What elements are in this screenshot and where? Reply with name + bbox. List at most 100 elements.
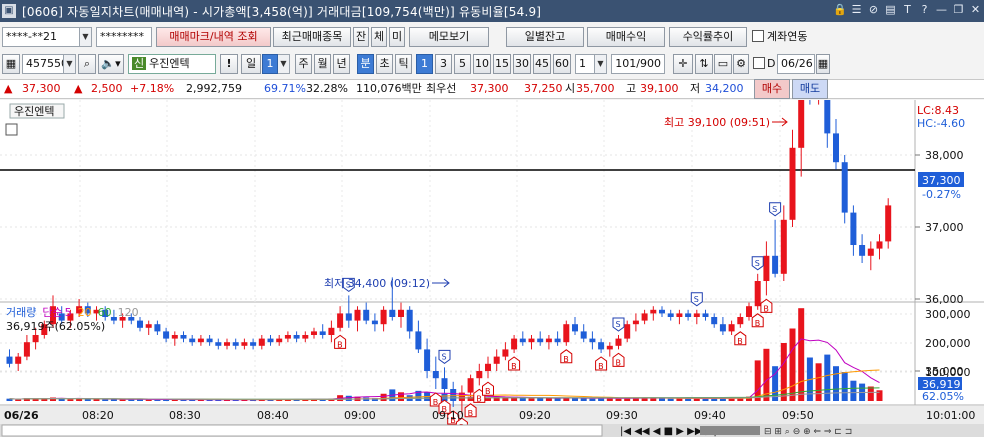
candle-body	[441, 378, 448, 389]
candle-body	[398, 309, 404, 317]
volume-bar	[67, 399, 74, 401]
zoom-controls[interactable]: ⊟ ⊞ ⌕ ⊖ ⊕ ⇐ ⇒ ⊏ ⊐	[764, 427, 852, 437]
candle-body	[650, 309, 657, 314]
count-total: /900	[636, 57, 661, 70]
date-checkbox[interactable]	[753, 57, 765, 69]
table-icon[interactable]	[5, 123, 18, 136]
candle-body	[267, 338, 274, 343]
chevron-down-icon[interactable]: ▼	[278, 54, 290, 74]
settings-icon[interactable]: ⚙	[733, 54, 749, 74]
tool-icon[interactable]: ⇅	[695, 54, 713, 74]
period-day-num[interactable]: 1	[262, 54, 278, 74]
title-buttons: 🔒 ☰ ⊘ ▤ T ? — ❐ ✕	[833, 2, 982, 18]
candle-body	[502, 349, 509, 357]
candle-body	[371, 320, 378, 325]
calendar-icon[interactable]: ▦	[816, 54, 830, 74]
account-link-checkbox[interactable]	[752, 30, 764, 42]
title-bar: ▣ [0606] 자동일지차트(매매내역) - 시가총액[3,458(억)] 거…	[0, 0, 984, 22]
save-icon[interactable]: ▤	[884, 2, 897, 18]
up-triangle-icon: ▲	[74, 82, 83, 95]
candle-body	[250, 342, 257, 346]
window-title: [0606] 자동일지차트(매매내역) - 시가총액[3,458(억)] 거래대…	[22, 4, 542, 19]
minute-30-button[interactable]: 30	[513, 54, 531, 74]
period-year-button[interactable]: 년	[333, 54, 350, 74]
minimize-button[interactable]: —	[935, 2, 948, 18]
interval-input[interactable]: 1	[575, 54, 595, 74]
profit-trend-button[interactable]: 수익률추이	[669, 27, 747, 47]
count-input[interactable]: 101/900	[611, 54, 665, 74]
close-button[interactable]: ✕	[969, 2, 982, 18]
chevron-down-icon[interactable]: ▼	[64, 54, 76, 74]
period-minute-button[interactable]: 분	[357, 54, 374, 74]
trade-profit-button[interactable]: 매매수익	[587, 27, 665, 47]
volume-bar	[833, 366, 839, 401]
account-select[interactable]: ****-**21	[2, 27, 80, 47]
lock-icon[interactable]: 🔒	[833, 2, 847, 18]
period-week-button[interactable]: 주	[295, 54, 312, 74]
candle-body	[23, 342, 30, 357]
period-second-button[interactable]: 초	[376, 54, 393, 74]
speaker-icon[interactable]: 🔈▾	[98, 54, 124, 74]
candle-body	[841, 162, 848, 213]
candle-body	[589, 338, 596, 343]
candle-body	[467, 378, 474, 393]
current-volume-rate: 62.05%	[922, 390, 964, 403]
date-input[interactable]: 06/26	[777, 54, 815, 74]
chevron-down-icon[interactable]: ▼	[595, 54, 607, 74]
minute-3-button[interactable]: 3	[435, 54, 452, 74]
balance-button[interactable]: 잔	[353, 27, 369, 47]
unfilled-button[interactable]: 미	[389, 27, 405, 47]
help-icon[interactable]: ?	[918, 2, 931, 18]
memo-button[interactable]: 메모보기	[409, 27, 489, 47]
price-change: 2,500	[91, 82, 123, 95]
print-icon[interactable]: ▭	[714, 54, 732, 74]
buy-mark-label: B	[616, 358, 622, 367]
candle-body	[572, 324, 578, 332]
minute-5-button[interactable]: 5	[454, 54, 471, 74]
stock-name-field[interactable]: 신 우진엔텍	[128, 54, 216, 74]
candle-body	[780, 219, 787, 274]
volume-bar	[876, 390, 883, 401]
volume-bar	[824, 354, 831, 401]
candle-body	[798, 86, 805, 148]
chevron-down-icon[interactable]: ▼	[80, 27, 92, 47]
candle-body	[746, 306, 752, 317]
filled-button[interactable]: 체	[371, 27, 387, 47]
volume-bar	[554, 398, 561, 401]
period-tick-button[interactable]: 틱	[395, 54, 412, 74]
period-day-button[interactable]: 일	[241, 54, 261, 74]
alert-icon[interactable]: !	[220, 54, 238, 74]
scroll-thumb[interactable]	[700, 426, 760, 435]
low-price: 34,200	[705, 82, 744, 95]
volume-bar	[867, 386, 874, 401]
list-icon[interactable]: ☰	[850, 2, 863, 18]
recent-stocks-button[interactable]: 최근매매종목	[273, 27, 351, 47]
buy-button[interactable]: 매수	[754, 79, 790, 99]
candle-body	[554, 338, 561, 343]
search-icon[interactable]: ⌕	[78, 54, 96, 74]
chart-area[interactable]: BBBBBBBBBBBBBBBSSSSSS 38,00037,00036,000…	[0, 75, 984, 437]
text-icon[interactable]: T	[901, 2, 914, 18]
candle-body	[693, 313, 700, 317]
crosshair-icon[interactable]: ✛	[673, 54, 693, 74]
minute-10-button[interactable]: 10	[473, 54, 491, 74]
trade-mark-button[interactable]: 매매마크/내역 조회	[156, 27, 271, 47]
restore-button[interactable]: ❐	[952, 2, 965, 18]
minute-45-button[interactable]: 45	[533, 54, 551, 74]
candle-body	[206, 338, 213, 343]
password-field[interactable]: ********	[96, 27, 152, 47]
minute-15-button[interactable]: 15	[493, 54, 511, 74]
minute-60-button[interactable]: 60	[553, 54, 571, 74]
stock-code-input[interactable]: 457550	[22, 54, 64, 74]
time-tick-label: 09:00	[344, 409, 376, 422]
volume-bar	[685, 398, 692, 401]
daily-balance-button[interactable]: 일별잔고	[506, 27, 584, 47]
minute-1-button[interactable]: 1	[416, 54, 433, 74]
stock-list-icon[interactable]: ▦	[2, 54, 20, 74]
quote-bar: ▲ 37,300 ▲ 2,500 +7.18% 2,992,759 69.71%…	[0, 79, 984, 99]
sell-button[interactable]: 매도	[792, 79, 828, 99]
period-month-button[interactable]: 월	[314, 54, 331, 74]
sell-mark-label: S	[694, 295, 699, 304]
unlink-icon[interactable]: ⊘	[867, 2, 880, 18]
price-volume-chart[interactable]: BBBBBBBBBBBBBBBSSSSSS 38,00037,00036,000…	[0, 75, 984, 437]
